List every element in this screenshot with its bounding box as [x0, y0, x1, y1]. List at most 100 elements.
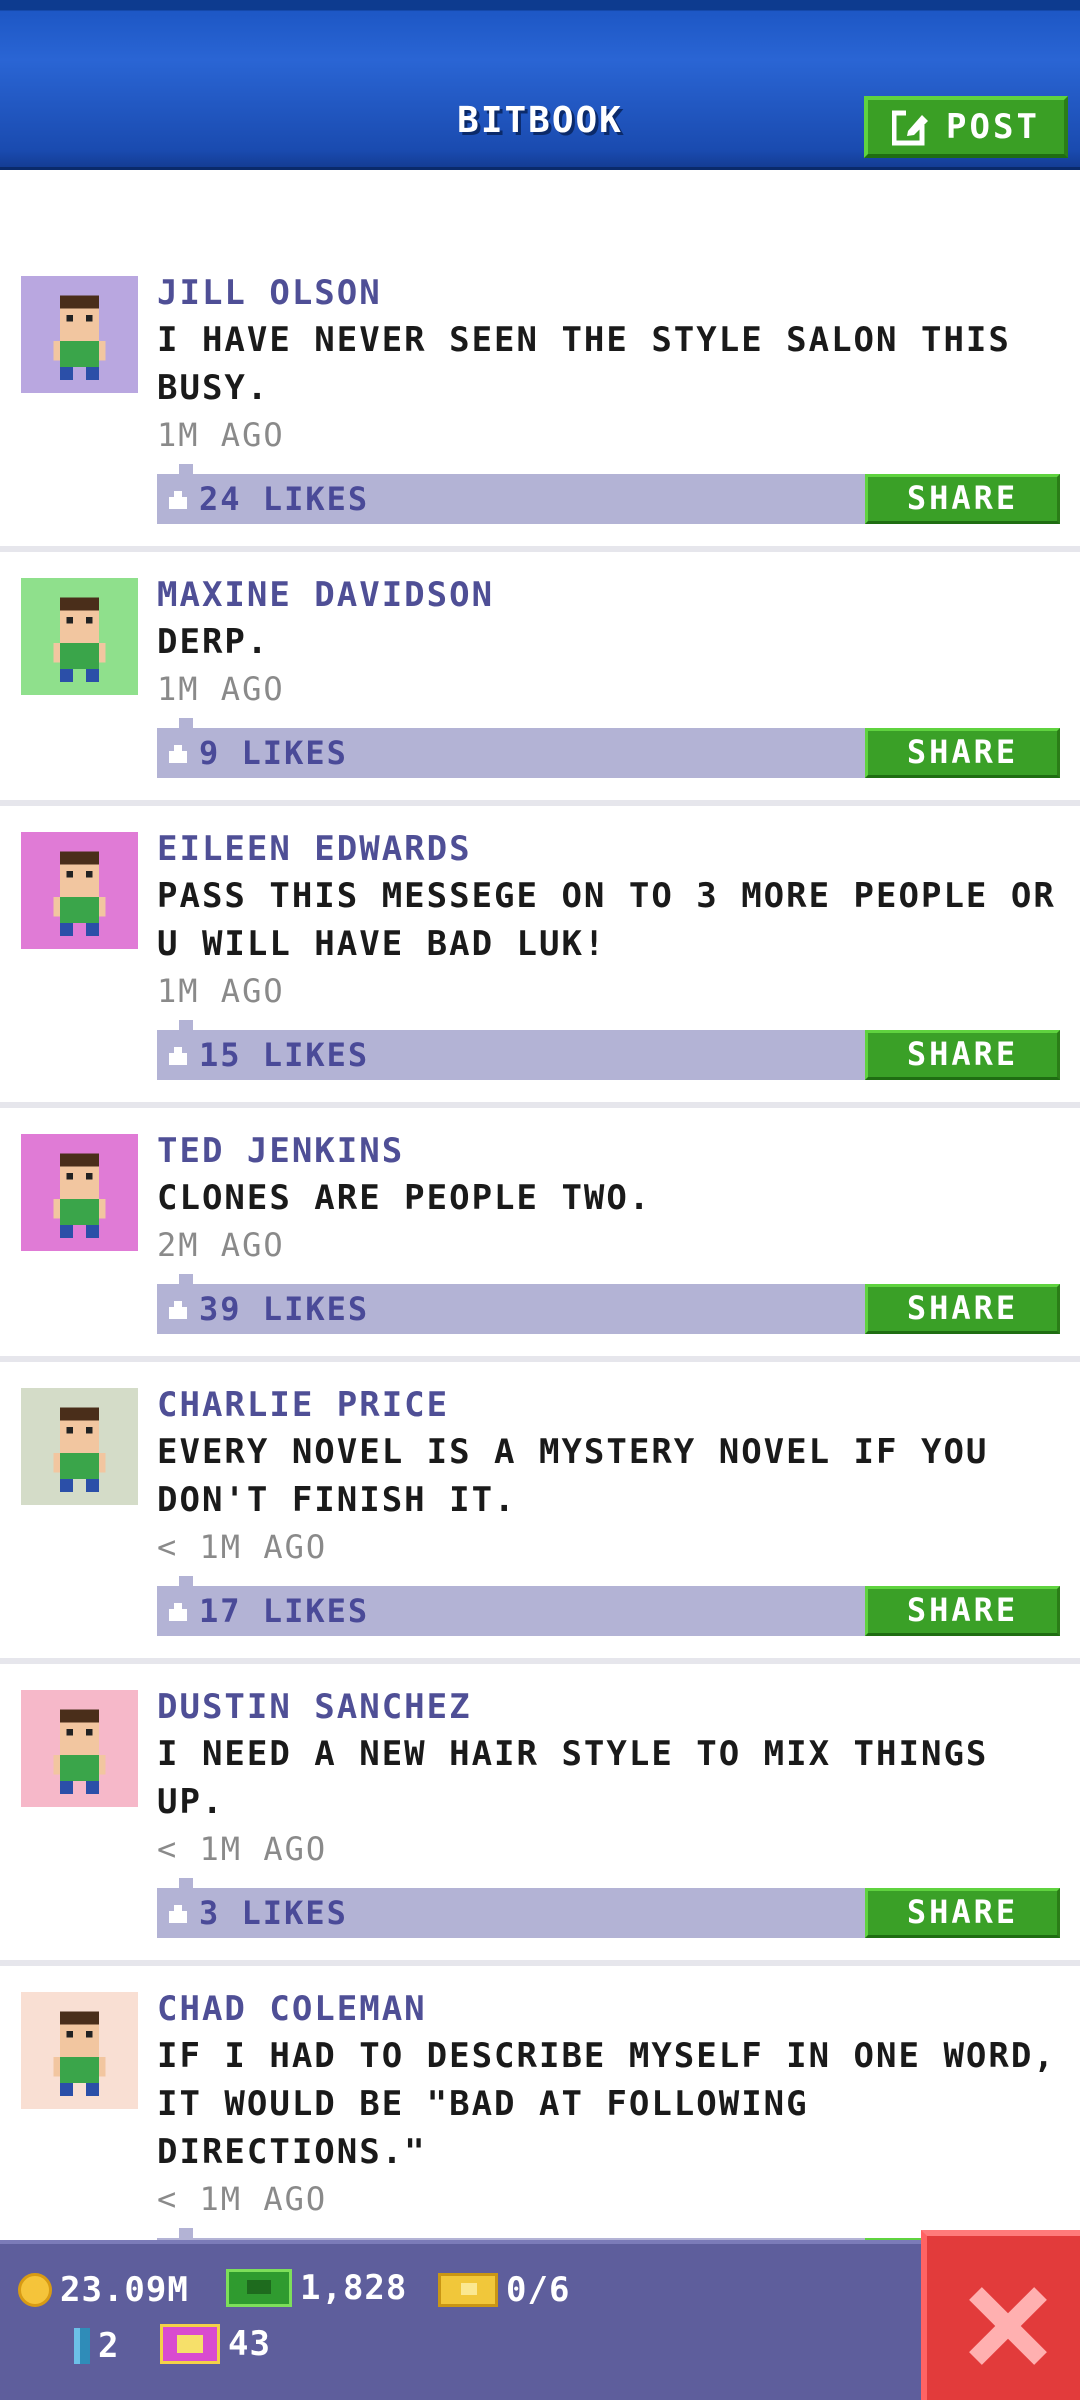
vip-stat: 43	[160, 2324, 271, 2364]
post-content: CHARLIE PRICE EVERY NOVEL IS A MYSTERY NO…	[157, 1362, 1080, 1658]
post-content: DUSTIN SANCHEZ I NEED A NEW HAIR STYLE TO…	[157, 1664, 1080, 1960]
bux-stat: 1,828	[226, 2268, 407, 2308]
post-content: EILEEN EDWARDS PASS THIS MESSEGE ON TO 3 …	[157, 806, 1080, 1102]
coins-stat: 23.09M	[18, 2270, 189, 2310]
compose-icon	[891, 107, 932, 147]
likes-count: 15 LIKES	[199, 1036, 370, 1074]
post-message: EVERY NOVEL IS A MYSTERY NOVEL IF YOU DO…	[157, 1432, 989, 1520]
thumbs-up-icon	[167, 488, 189, 510]
post-timestamp: 1M AGO	[157, 416, 285, 454]
post-author[interactable]: MAXINE DAVIDSON	[157, 572, 1058, 618]
likes-count: 3 LIKES	[199, 1894, 348, 1932]
feed-list[interactable]: JILL OLSON I HAVE NEVER SEEN THE STYLE SA…	[0, 250, 1080, 2316]
feed-post: EILEEN EDWARDS PASS THIS MESSEGE ON TO 3 …	[0, 806, 1080, 1108]
bux-icon	[226, 2269, 292, 2307]
share-button[interactable]: SHARE	[865, 728, 1060, 778]
likes-count: 9 LIKES	[199, 734, 348, 772]
post-timestamp: < 1M AGO	[157, 2180, 328, 2218]
thumbs-up-icon	[167, 1902, 189, 1924]
bitizens-stat: 2	[74, 2326, 119, 2366]
post-timestamp: < 1M AGO	[157, 1830, 328, 1868]
coin-icon	[18, 2273, 52, 2307]
post-button-label: POST	[946, 107, 1040, 147]
like-bar-tab	[179, 464, 193, 476]
like-bar-tab	[179, 718, 193, 730]
post-timestamp: < 1M AGO	[157, 1528, 328, 1566]
bitizens-value: 2	[98, 2326, 120, 2366]
close-icon	[967, 2286, 1047, 2366]
thumbs-up-icon	[167, 1600, 189, 1622]
likes-count: 24 LIKES	[199, 480, 370, 518]
post-content: TED JENKINS CLONES ARE PEOPLE TWO. 2M AGO 3…	[157, 1108, 1080, 1356]
post-spacer	[157, 524, 1058, 546]
share-button[interactable]: SHARE	[865, 1284, 1060, 1334]
share-button[interactable]: SHARE	[865, 474, 1060, 524]
post-author[interactable]: EILEEN EDWARDS	[157, 826, 1058, 872]
post-author[interactable]: JILL OLSON	[157, 270, 1058, 316]
woman-with-hat-avatar[interactable]	[21, 578, 138, 695]
man-with-bun-avatar[interactable]	[21, 1690, 138, 1807]
thumbs-up-icon	[167, 1044, 189, 1066]
thumbs-up-icon	[167, 1298, 189, 1320]
feed-post: CHARLIE PRICE EVERY NOVEL IS A MYSTERY NO…	[0, 1362, 1080, 1664]
ticket-icon	[438, 2273, 498, 2307]
feed-post: JILL OLSON I HAVE NEVER SEEN THE STYLE SA…	[0, 250, 1080, 552]
app-header: BITBOOK POST	[0, 0, 1080, 170]
tickets-stat: 0/6	[438, 2270, 570, 2310]
like-button[interactable]: 39 LIKES	[167, 1288, 369, 1330]
post-message: I NEED A NEW HAIR STYLE TO MIX THINGS UP…	[157, 1734, 989, 1822]
likes-count: 39 LIKES	[199, 1290, 370, 1328]
post-actions: 39 LIKES SHARE	[157, 1274, 1060, 1334]
feed-post: DUSTIN SANCHEZ I NEED A NEW HAIR STYLE TO…	[0, 1664, 1080, 1966]
status-bar: 23.09M 1,828 0/6 2 43	[0, 2240, 1080, 2400]
woman-with-glasses-avatar[interactable]	[21, 276, 138, 393]
like-button[interactable]: 24 LIKES	[167, 478, 369, 520]
post-actions: 3 LIKES SHARE	[157, 1878, 1060, 1938]
like-button[interactable]: 9 LIKES	[167, 732, 348, 774]
post-timestamp: 1M AGO	[157, 670, 285, 708]
tickets-value: 0/6	[506, 2270, 571, 2310]
bald-man-avatar[interactable]	[21, 1388, 138, 1505]
post-message: CLONES ARE PEOPLE TWO.	[157, 1178, 652, 1218]
post-spacer	[157, 1636, 1058, 1658]
man-with-cap-avatar[interactable]	[21, 1134, 138, 1251]
post-spacer	[157, 1938, 1058, 1960]
post-timestamp: 1M AGO	[157, 972, 285, 1010]
post-button[interactable]: POST	[864, 96, 1068, 158]
coins-value: 23.09M	[60, 2270, 189, 2310]
bitizen-icon	[74, 2328, 90, 2364]
post-author[interactable]: CHARLIE PRICE	[157, 1382, 1058, 1428]
post-actions: 15 LIKES SHARE	[157, 1020, 1060, 1080]
like-bar-tab	[179, 2228, 193, 2240]
close-button[interactable]	[921, 2230, 1080, 2400]
like-button[interactable]: 3 LIKES	[167, 1892, 348, 1934]
thumbs-up-icon	[167, 742, 189, 764]
vip-icon	[160, 2324, 220, 2364]
like-bar-tab	[179, 1274, 193, 1286]
post-message: IF I HAD TO DESCRIBE MYSELF IN ONE WORD,…	[157, 2036, 1056, 2172]
bux-value: 1,828	[300, 2268, 408, 2308]
post-spacer	[157, 778, 1058, 800]
post-message: DERP.	[157, 622, 270, 662]
post-author[interactable]: TED JENKINS	[157, 1128, 1058, 1174]
post-message: I HAVE NEVER SEEN THE STYLE SALON THIS B…	[157, 320, 1011, 408]
share-button[interactable]: SHARE	[865, 1030, 1060, 1080]
post-author[interactable]: CHAD COLEMAN	[157, 1986, 1058, 2032]
like-bar-tab	[179, 1020, 193, 1032]
post-timestamp: 2M AGO	[157, 1226, 285, 1264]
like-button[interactable]: 15 LIKES	[167, 1034, 369, 1076]
like-bar-tab	[179, 1576, 193, 1588]
post-message: PASS THIS MESSEGE ON TO 3 MORE PEOPLE OR…	[157, 876, 1056, 964]
feed-post: MAXINE DAVIDSON DERP. 1M AGO 9 LIKES SHARE	[0, 552, 1080, 806]
post-actions: 9 LIKES SHARE	[157, 718, 1060, 778]
likes-count: 17 LIKES	[199, 1592, 370, 1630]
man-with-glasses-avatar[interactable]	[21, 1992, 138, 2109]
post-spacer	[157, 1080, 1058, 1102]
like-button[interactable]: 17 LIKES	[167, 1590, 369, 1632]
share-button[interactable]: SHARE	[865, 1586, 1060, 1636]
post-author[interactable]: DUSTIN SANCHEZ	[157, 1684, 1058, 1730]
vip-value: 43	[228, 2324, 271, 2364]
red-haired-woman-avatar[interactable]	[21, 832, 138, 949]
share-button[interactable]: SHARE	[865, 1888, 1060, 1938]
post-content: JILL OLSON I HAVE NEVER SEEN THE STYLE SA…	[157, 250, 1080, 546]
